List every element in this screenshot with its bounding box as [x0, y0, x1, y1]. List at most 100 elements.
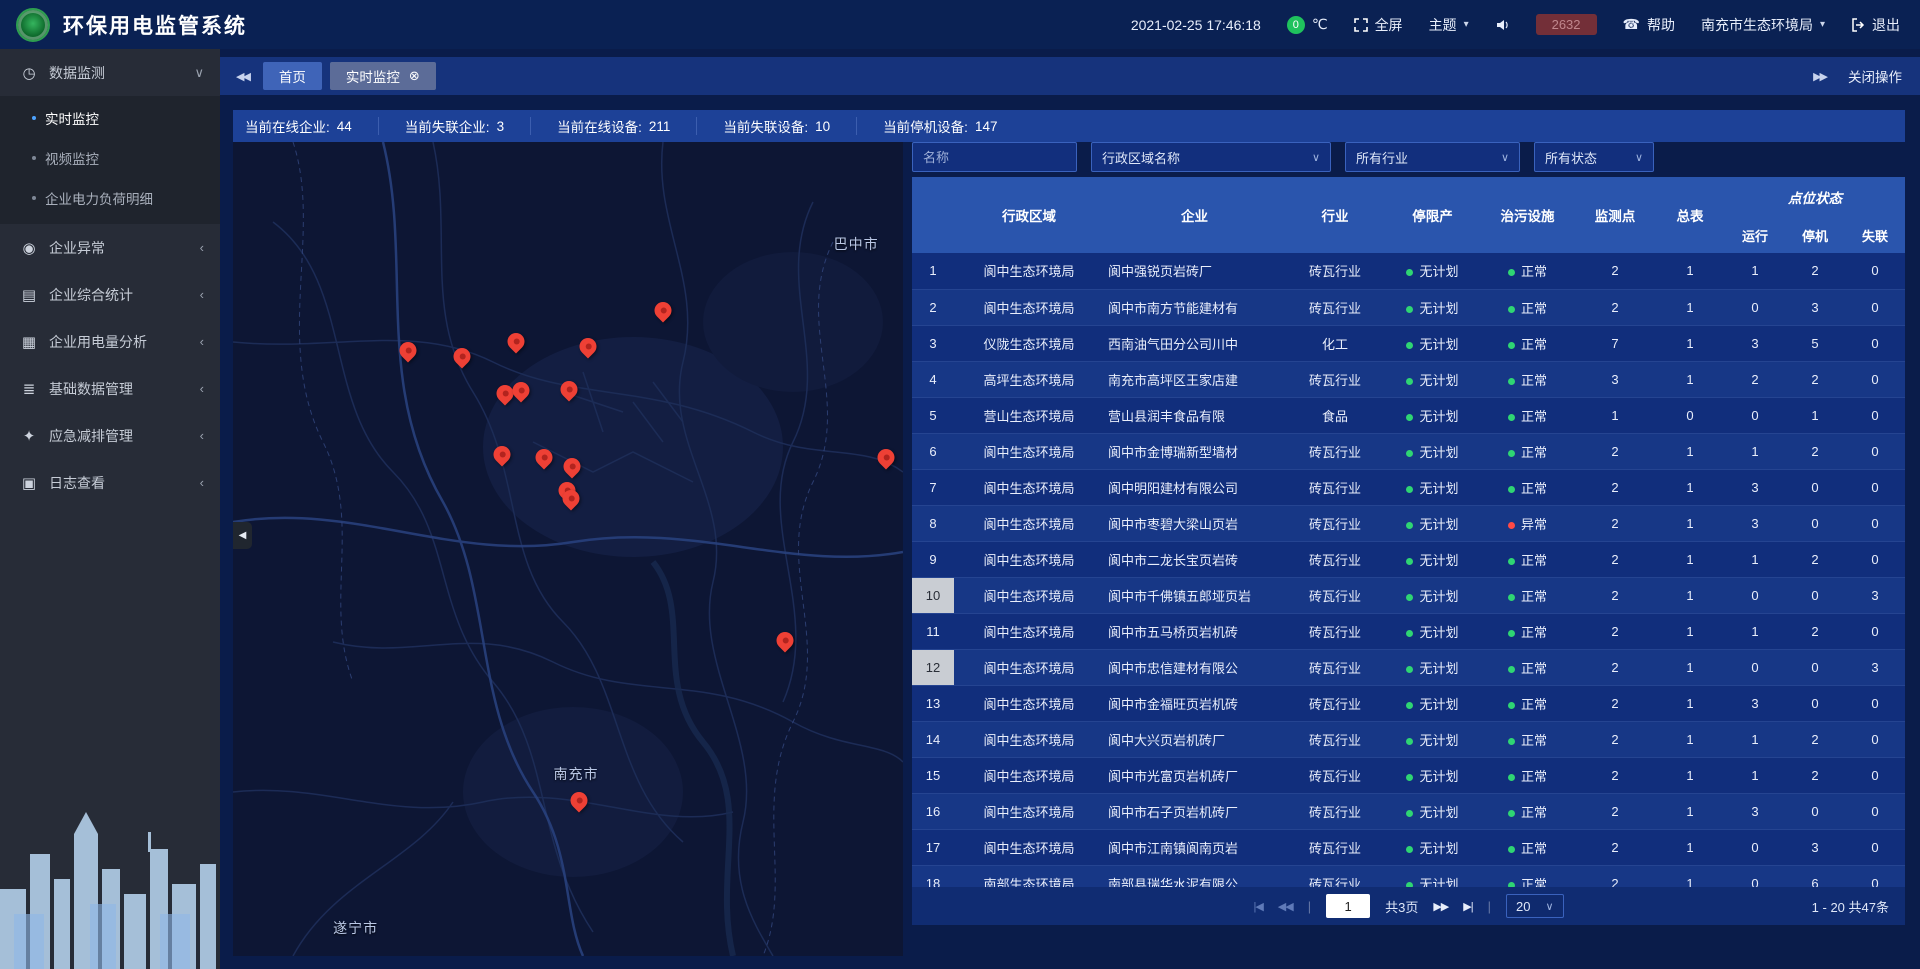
map-pin[interactable]	[777, 632, 794, 649]
speaker-icon[interactable]	[1495, 18, 1510, 32]
tab-label: 实时监控	[346, 66, 400, 86]
cell-company: 阆中市枣碧大梁山页岩	[1104, 505, 1285, 541]
notice-badge[interactable]: 2632	[1536, 14, 1597, 35]
last-page-button[interactable]: ▶|	[1463, 900, 1472, 913]
prev-page-button[interactable]: ◀◀	[1278, 900, 1293, 913]
sidebar-subitem-power-load-detail[interactable]: 企业电力负荷明细	[0, 178, 220, 218]
cell-halt: 2	[1785, 757, 1845, 793]
cell-industry: 食品	[1285, 397, 1385, 433]
logout-button[interactable]: 退出	[1851, 15, 1900, 35]
table-row[interactable]: 11阆中生态环境局阆中市五马桥页岩机砖砖瓦行业无计划正常21120	[912, 613, 1905, 649]
industry-select-value: 所有行业	[1356, 148, 1408, 167]
map-pin[interactable]	[655, 302, 672, 319]
sidebar-item-emergency-reduction[interactable]: ✦应急减排管理‹	[0, 412, 220, 459]
tabs-scroll-left-icon[interactable]: ◀◀	[236, 70, 253, 83]
cell-facility: 正常	[1480, 757, 1575, 793]
map-pin[interactable]	[535, 449, 552, 466]
table-row[interactable]: 1阆中生态环境局阆中强锐页岩砖厂砖瓦行业无计划正常21120	[912, 253, 1905, 289]
map-pin-icon	[576, 335, 600, 359]
sidebar-item-data-monitoring[interactable]: ◷数据监测∨	[0, 49, 220, 96]
cell-halt: 3	[1785, 829, 1845, 865]
status-dot-green	[1406, 558, 1413, 565]
table-row[interactable]: 2阆中生态环境局阆中市南方节能建材有砖瓦行业无计划正常21030	[912, 289, 1905, 325]
row-index: 15	[912, 757, 954, 793]
cell-region: 南部生态环境局	[954, 865, 1104, 887]
map-pin[interactable]	[454, 348, 471, 365]
table-row[interactable]: 10阆中生态环境局阆中市千佛镇五郎垭页岩砖瓦行业无计划正常21003	[912, 577, 1905, 613]
tab-realtime-monitor[interactable]: 实时监控 ⊗	[330, 62, 436, 90]
help-button[interactable]: ☎ 帮助	[1623, 15, 1675, 35]
cell-facility: 正常	[1480, 541, 1575, 577]
status-select[interactable]: 所有状态 ∨	[1534, 142, 1654, 172]
name-search-input[interactable]	[912, 142, 1077, 172]
cell-lost: 0	[1845, 685, 1905, 721]
table-row[interactable]: 8阆中生态环境局阆中市枣碧大梁山页岩砖瓦行业无计划异常21300	[912, 505, 1905, 541]
row-index: 14	[912, 721, 954, 757]
col-points: 监测点	[1575, 177, 1655, 253]
row-index: 18	[912, 865, 954, 887]
page-input[interactable]	[1326, 894, 1370, 918]
map-pin[interactable]	[560, 381, 577, 398]
map-collapse-handle[interactable]: ◀	[233, 522, 252, 549]
table-row[interactable]: 6阆中生态环境局阆中市金博瑞新型墙材砖瓦行业无计划正常21120	[912, 433, 1905, 469]
cell-run: 3	[1725, 469, 1785, 505]
map-pin[interactable]	[580, 338, 597, 355]
cell-facility: 正常	[1480, 325, 1575, 361]
tab-close-icon[interactable]: ⊗	[409, 68, 420, 84]
theme-dropdown[interactable]: 主题 ▾	[1429, 15, 1469, 35]
close-operations-button[interactable]: 关闭操作	[1848, 66, 1902, 86]
next-page-button[interactable]: ▶▶	[1433, 900, 1448, 913]
tab-home[interactable]: 首页	[263, 62, 322, 90]
region-select[interactable]: 行政区域名称 ∨	[1091, 142, 1331, 172]
table-row[interactable]: 4高坪生态环境局南充市高坪区王家店建砖瓦行业无计划正常31220	[912, 361, 1905, 397]
map-pin-icon	[509, 379, 533, 403]
cell-facility: 正常	[1480, 253, 1575, 289]
cell-stop-production: 无计划	[1385, 685, 1480, 721]
map[interactable]: ◀ 巴中市南充市遂宁市	[233, 142, 903, 956]
map-pin[interactable]	[497, 385, 514, 402]
cell-points: 7	[1575, 325, 1655, 361]
map-pin[interactable]	[563, 490, 580, 507]
sidebar-item-log-view[interactable]: ▣日志查看‹	[0, 459, 220, 506]
table-row[interactable]: 12阆中生态环境局阆中市忠信建材有限公砖瓦行业无计划正常21003	[912, 649, 1905, 685]
chevron-left-icon: ‹	[200, 475, 204, 490]
sidebar-item-base-data[interactable]: ≣基础数据管理‹	[0, 365, 220, 412]
cell-lost: 0	[1845, 541, 1905, 577]
cell-lost: 3	[1845, 649, 1905, 685]
map-pin[interactable]	[571, 792, 588, 809]
org-dropdown[interactable]: 南充市生态环境局 ▾	[1701, 15, 1825, 35]
table-row[interactable]: 9阆中生态环境局阆中市二龙长宝页岩砖砖瓦行业无计划正常21120	[912, 541, 1905, 577]
table-row[interactable]: 14阆中生态环境局阆中大兴页岩机砖厂砖瓦行业无计划正常21120	[912, 721, 1905, 757]
sidebar-item-enterprise-abnormal[interactable]: ◉企业异常‹	[0, 224, 220, 271]
table-row[interactable]: 17阆中生态环境局阆中市江南镇阆南页岩砖瓦行业无计划正常21030	[912, 829, 1905, 865]
map-pin[interactable]	[877, 449, 894, 466]
fullscreen-button[interactable]: 全屏	[1354, 15, 1403, 35]
map-pin[interactable]	[494, 446, 511, 463]
page-size-select[interactable]: 20 ∨	[1506, 894, 1564, 918]
col-industry: 行业	[1285, 177, 1385, 253]
chevron-down-icon: ∨	[1312, 151, 1320, 164]
table-row[interactable]: 15阆中生态环境局阆中市光富页岩机砖厂砖瓦行业无计划正常21120	[912, 757, 1905, 793]
sidebar-subitem-realtime-monitor[interactable]: 实时监控	[0, 98, 220, 138]
cell-company: 南充市高坪区王家店建	[1104, 361, 1285, 397]
cell-meter: 1	[1655, 325, 1725, 361]
map-pin[interactable]	[507, 333, 524, 350]
table-row[interactable]: 3仪陇生态环境局西南油气田分公司川中化工无计划正常71350	[912, 325, 1905, 361]
cell-run: 3	[1725, 685, 1785, 721]
row-index: 6	[912, 433, 954, 469]
sidebar-item-enterprise-statistics[interactable]: ▤企业综合统计‹	[0, 271, 220, 318]
map-pin[interactable]	[399, 342, 416, 359]
map-pin[interactable]	[564, 458, 581, 475]
tabs-scroll-right-icon[interactable]: ▶▶	[1813, 70, 1830, 83]
row-index: 2	[912, 289, 954, 325]
industry-select[interactable]: 所有行业 ∨	[1345, 142, 1520, 172]
table-row[interactable]: 7阆中生态环境局阆中明阳建材有限公司砖瓦行业无计划正常21300	[912, 469, 1905, 505]
sidebar-item-power-usage-analysis[interactable]: ▦企业用电量分析‹	[0, 318, 220, 365]
sidebar-subitem-video-monitor[interactable]: 视频监控	[0, 138, 220, 178]
map-pin[interactable]	[513, 382, 530, 399]
table-row[interactable]: 16阆中生态环境局阆中市石子页岩机砖厂砖瓦行业无计划正常21300	[912, 793, 1905, 829]
first-page-button[interactable]: |◀	[1253, 900, 1262, 913]
table-row[interactable]: 5营山生态环境局营山县润丰食品有限食品无计划正常10010	[912, 397, 1905, 433]
table-row[interactable]: 18南部生态环境局南部县瑞华水泥有限公砖瓦行业无计划正常21060	[912, 865, 1905, 887]
table-row[interactable]: 13阆中生态环境局阆中市金福旺页岩机砖砖瓦行业无计划正常21300	[912, 685, 1905, 721]
